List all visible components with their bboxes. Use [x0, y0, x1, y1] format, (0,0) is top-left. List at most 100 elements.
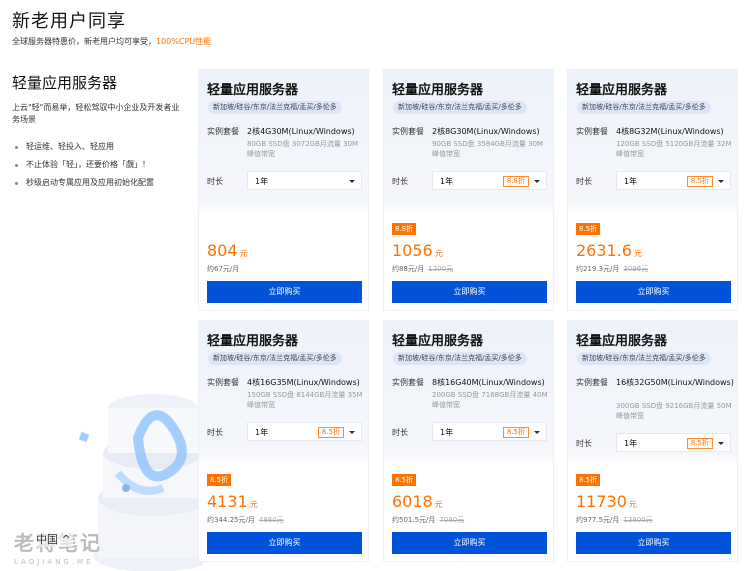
duration-value: 1年: [624, 439, 638, 448]
spec-value: 16核32G50M(Linux/Windows): [616, 378, 734, 387]
card-title: 轻量应用服务器: [392, 83, 484, 98]
buy-now-button[interactable]: 立即购买: [576, 532, 731, 554]
spec-value: 8核16G40M(Linux/Windows): [432, 378, 545, 387]
chevron-down-icon: [534, 180, 540, 183]
spec-description: 120GB SSD盘 5120GB月流量 32M峰值带宽: [616, 140, 732, 158]
intro-description: 上云"轻"而易举，轻松驾驭中小企业及开发者业务场景: [12, 103, 180, 124]
product-card: 轻量应用服务器 新加坡/硅谷/东京/法兰克福/孟买/多伦多 实例套餐 2核4G3…: [198, 69, 369, 311]
region-tag: 新加坡/硅谷/东京/法兰克福/孟买/多伦多: [577, 101, 711, 114]
monthly-price: 约501.5元/月 7080元: [392, 516, 465, 524]
intro-bullet: 不止体验「轻」，还要价格「覷」！: [12, 156, 192, 174]
intro-panel: 轻量应用服务器 上云"轻"而易举，轻松驾驭中小企业及开发者业务场景 轻运维、轻投…: [12, 72, 192, 192]
discount-tag: 8.5折: [686, 176, 713, 187]
bullet-dot-icon: [15, 163, 18, 167]
buy-now-button[interactable]: 立即购买: [207, 281, 362, 303]
duration-select[interactable]: 1年: [247, 171, 362, 190]
original-price: 1200元: [428, 265, 454, 273]
duration-label: 时长: [207, 177, 223, 186]
discount-tag: 8.5折: [502, 427, 529, 438]
duration-select[interactable]: 1年 8.8折: [432, 171, 547, 190]
card-title: 轻量应用服务器: [576, 334, 668, 349]
region-tag: 新加坡/硅谷/东京/法兰克福/孟买/多伦多: [393, 352, 527, 365]
bullet-dot-icon: [15, 181, 18, 185]
spec-label: 实例套餐: [576, 378, 608, 387]
subtitle-highlight: 100%CPU性能: [156, 37, 212, 46]
spec-label: 实例套餐: [207, 378, 239, 387]
spec-description: 90GB SSD盘 3584GB月流量 30M峰值带宽: [432, 140, 544, 158]
region-tag: 新加坡/硅谷/东京/法兰克福/孟买/多伦多: [393, 101, 527, 114]
price: 804 元: [207, 241, 248, 260]
buy-now-button[interactable]: 立即购买: [392, 532, 547, 554]
discount-badge: 8.5折: [392, 474, 417, 486]
price: 11730 元: [576, 492, 637, 511]
card-title: 轻量应用服务器: [392, 334, 484, 349]
intro-bullets: 轻运维、轻投入、轻应用 不止体验「轻」，还要价格「覷」！ 秒级启动专属应用及应用…: [12, 138, 192, 192]
duration-select[interactable]: 1年 8.5折: [432, 422, 547, 441]
product-card: 轻量应用服务器 新加坡/硅谷/东京/法兰克福/孟买/多伦多 实例套餐 8核16G…: [383, 320, 554, 562]
buy-now-button[interactable]: 立即购买: [576, 281, 731, 303]
product-card: 轻量应用服务器 新加坡/硅谷/东京/法兰克福/孟买/多伦多 实例套餐 2核8G3…: [383, 69, 554, 311]
original-price: 13800元: [623, 516, 653, 524]
product-card: 轻量应用服务器 新加坡/硅谷/东京/法兰克福/孟买/多伦多 实例套餐 16核32…: [567, 320, 738, 562]
original-price: 3096元: [623, 265, 649, 273]
duration-label: 时长: [576, 439, 592, 448]
price: 1056 元: [392, 241, 443, 260]
monthly-price: 约344.25元/月 4860元: [207, 516, 284, 524]
intro-bullet: 轻运维、轻投入、轻应用: [12, 138, 192, 156]
price: 6018 元: [392, 492, 443, 511]
product-card: 轻量应用服务器 新加坡/硅谷/东京/法兰克福/孟买/多伦多 实例套餐 4核8G3…: [567, 69, 738, 311]
region-tag: 新加坡/硅谷/东京/法兰克福/孟买/多伦多: [208, 352, 342, 365]
monthly-price: 约219.3元/月 3096元: [576, 265, 649, 273]
chevron-down-icon: [349, 431, 355, 434]
spec-description: 150GB SSD盘 6144GB月流量 35M峰值带宽: [247, 391, 363, 409]
bullet-dot-icon: [15, 145, 18, 149]
chevron-down-icon: [718, 442, 724, 445]
region-tag: 新加坡/硅谷/东京/法兰克福/孟买/多伦多: [208, 101, 342, 114]
spec-value: 2核4G30M(Linux/Windows): [247, 127, 355, 136]
duration-value: 1年: [440, 428, 454, 437]
duration-value: 1年: [440, 177, 454, 186]
discount-badge: 8.8折: [392, 223, 417, 235]
page-title: 新老用户同享: [12, 11, 126, 32]
duration-label: 时长: [576, 177, 592, 186]
spec-label: 实例套餐: [392, 378, 424, 387]
intro-heading: 轻量应用服务器: [12, 74, 118, 92]
duration-select[interactable]: 1年 8.5折: [247, 422, 362, 441]
language-selector[interactable]: 中国 ^: [34, 531, 73, 547]
chevron-down-icon: [534, 431, 540, 434]
monthly-price: 约67元/月: [207, 265, 240, 273]
region-tag: 新加坡/硅谷/东京/法兰克福/孟买/多伦多: [577, 352, 711, 365]
chevron-down-icon: [718, 180, 724, 183]
duration-value: 1年: [624, 177, 638, 186]
duration-value: 1年: [255, 177, 269, 186]
spec-value: 4核8G32M(Linux/Windows): [616, 127, 724, 136]
card-title: 轻量应用服务器: [576, 83, 668, 98]
chevron-down-icon: [349, 180, 355, 183]
buy-now-button[interactable]: 立即购买: [207, 532, 362, 554]
duration-label: 时长: [392, 428, 408, 437]
spec-value: 4核16G35M(Linux/Windows): [247, 378, 360, 387]
price: 4131 元: [207, 492, 258, 511]
duration-label: 时长: [207, 428, 223, 437]
discount-tag: 8.5折: [317, 427, 344, 438]
spec-label: 实例套餐: [576, 127, 608, 136]
original-price: 4860元: [258, 516, 284, 524]
duration-select[interactable]: 1年 8.5折: [616, 171, 731, 190]
price: 2631.6 元: [576, 241, 642, 260]
spec-value: 2核8G30M(Linux/Windows): [432, 127, 540, 136]
discount-badge: 8.5折: [207, 474, 232, 486]
discount-badge: 8.5折: [576, 474, 601, 486]
discount-tag: 8.5折: [686, 438, 713, 449]
product-card: 轻量应用服务器 新加坡/硅谷/东京/法兰克福/孟买/多伦多 实例套餐 4核16G…: [198, 320, 369, 562]
spec-label: 实例套餐: [392, 127, 424, 136]
duration-label: 时长: [392, 177, 408, 186]
intro-bullet: 秒级启动专属应用及应用初始化配置: [12, 174, 192, 192]
spec-description: 200GB SSD盘 7168GB月流量 40M峰值带宽: [432, 391, 548, 409]
page-subtitle: 全球服务器特惠价，新老用户均可享受，100%CPU性能: [12, 36, 211, 47]
spec-description: 80GB SSD盘 3072GB月流量 30M峰值带宽: [247, 140, 359, 158]
discount-badge: 8.5折: [576, 223, 601, 235]
buy-now-button[interactable]: 立即购买: [392, 281, 547, 303]
duration-select[interactable]: 1年 8.5折: [616, 433, 731, 452]
card-title: 轻量应用服务器: [207, 83, 299, 98]
subtitle-text: 全球服务器特惠价，新老用户均可享受，: [12, 37, 156, 46]
